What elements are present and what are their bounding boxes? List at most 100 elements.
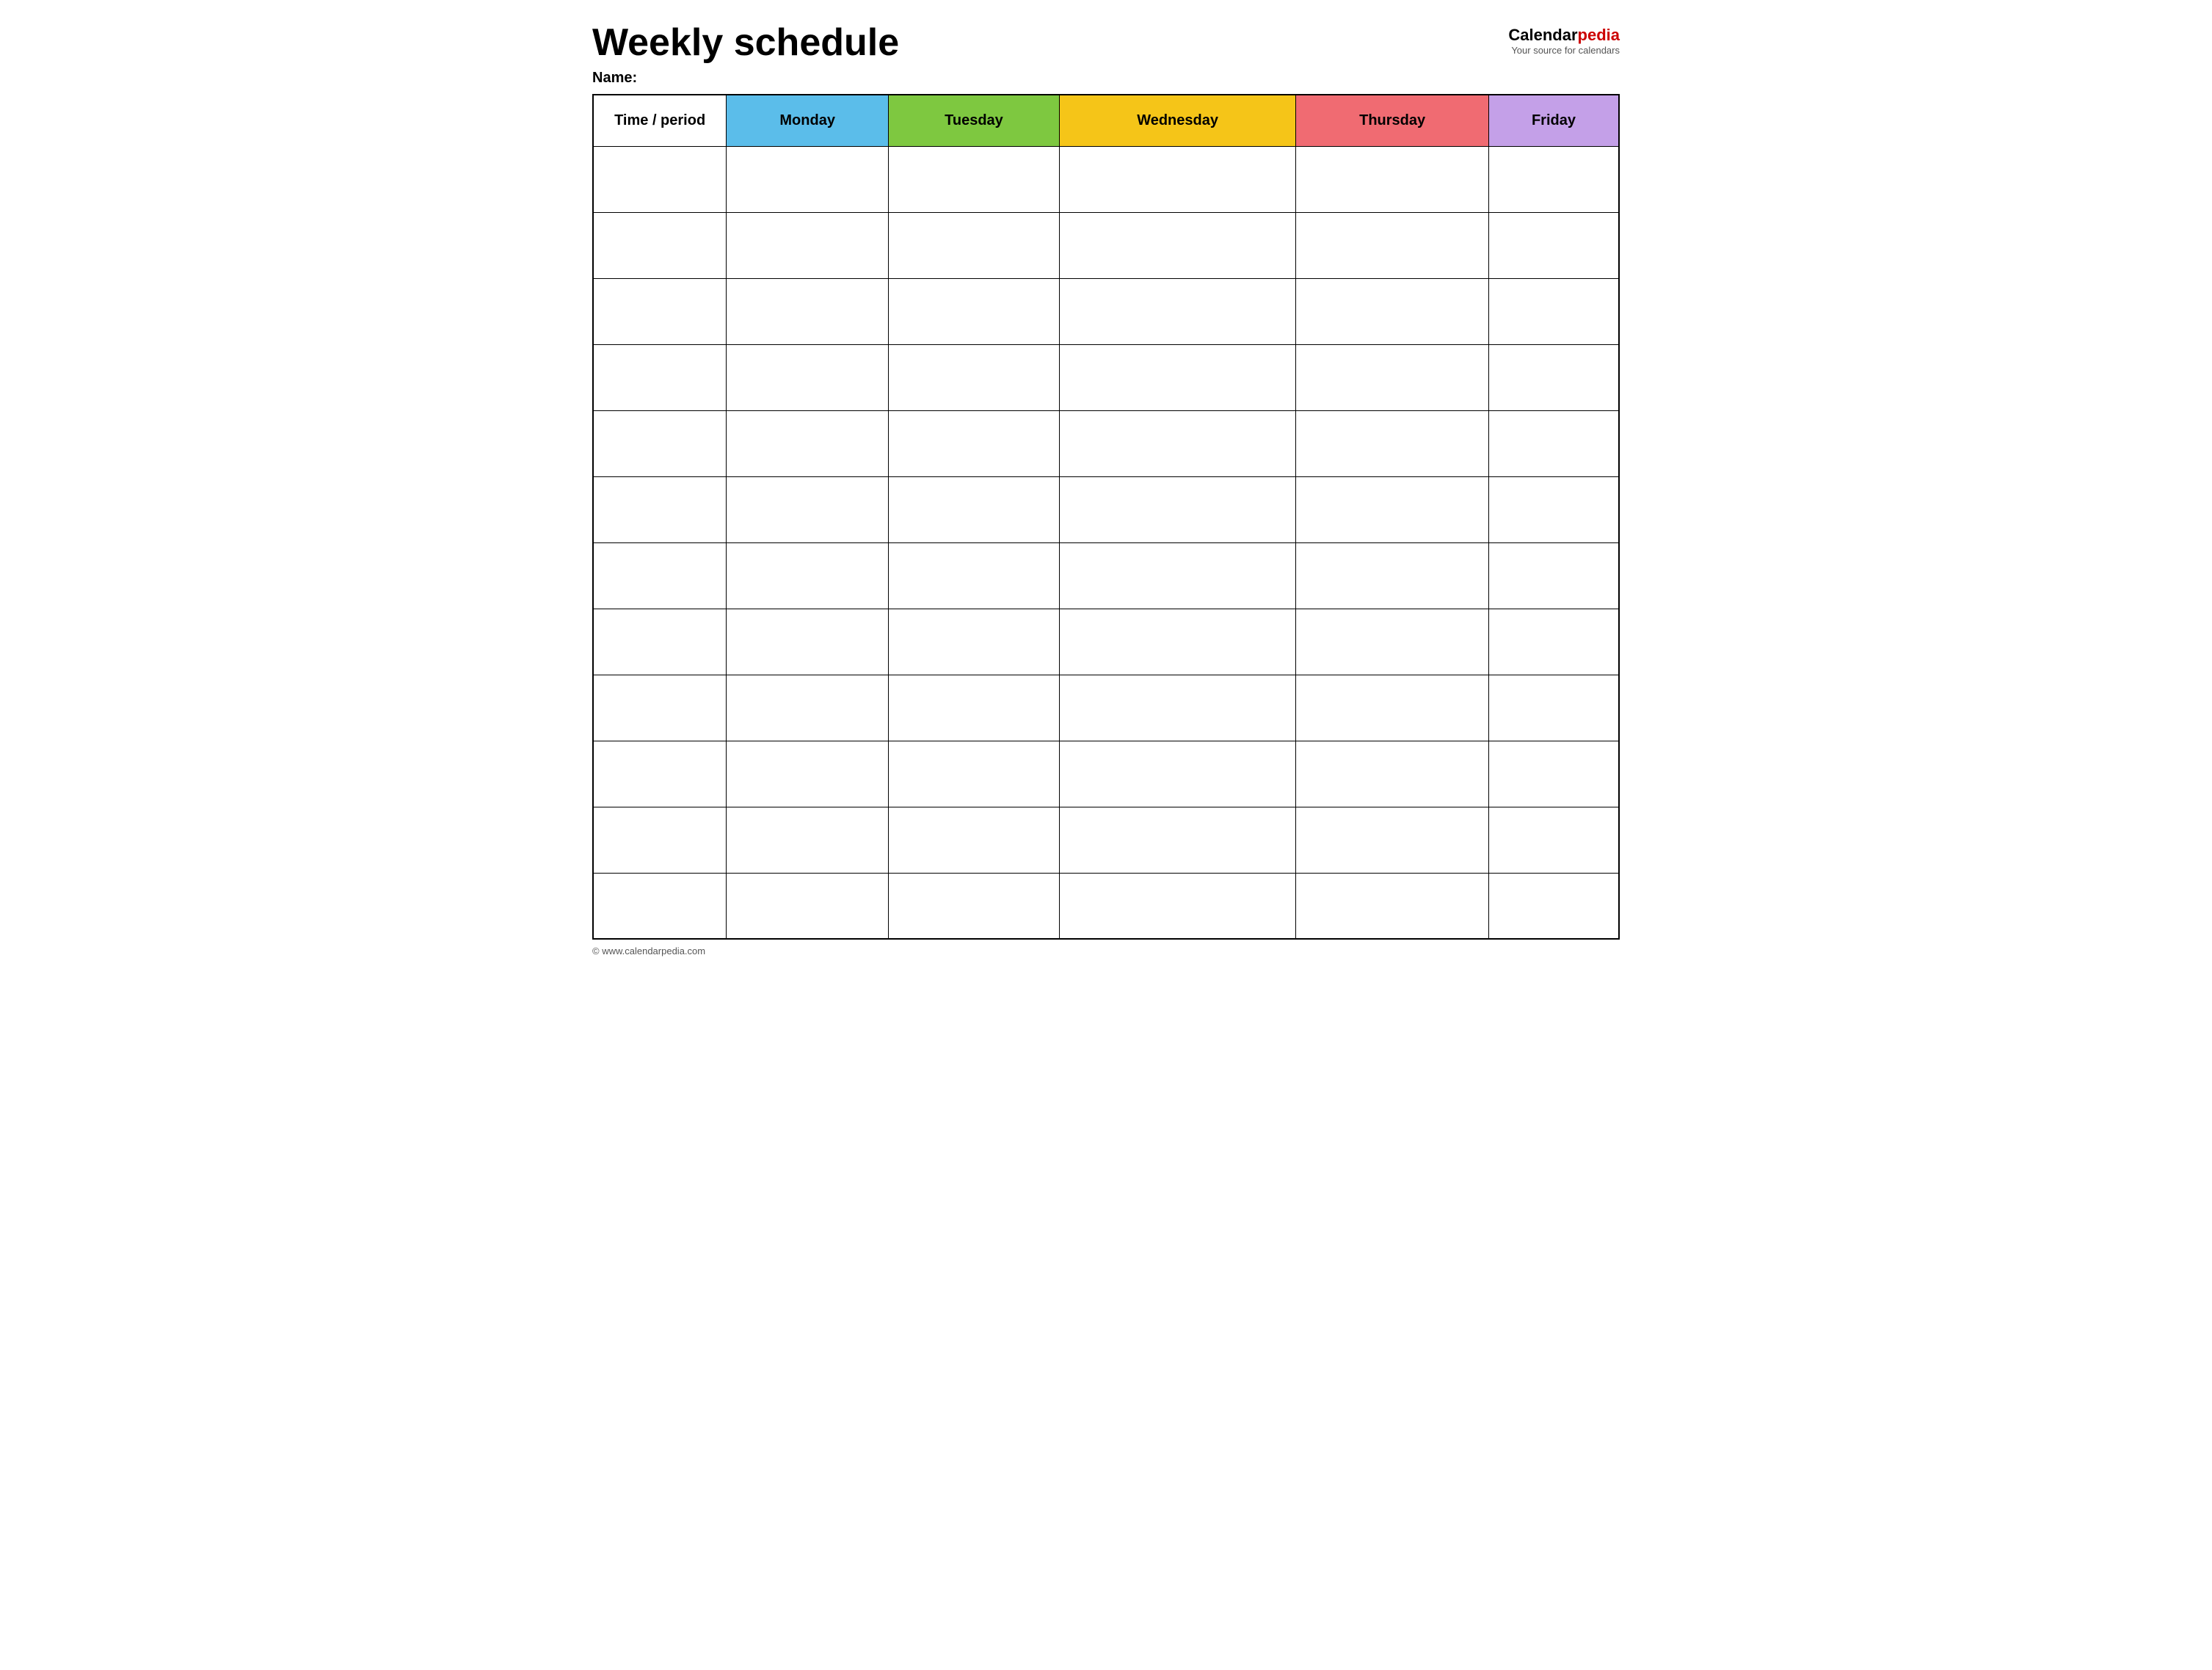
table-row: [593, 807, 1619, 873]
col-header-friday: Friday: [1488, 95, 1619, 146]
schedule-cell[interactable]: [1059, 807, 1295, 873]
schedule-cell[interactable]: [1488, 542, 1619, 609]
logo-area: Calendarpedia Your source for calendars: [1508, 26, 1620, 56]
schedule-cell[interactable]: [889, 873, 1060, 939]
table-row: [593, 542, 1619, 609]
schedule-cell[interactable]: [1296, 542, 1489, 609]
schedule-table: Time / period Monday Tuesday Wednesday T…: [592, 94, 1620, 940]
schedule-cell[interactable]: [1296, 807, 1489, 873]
schedule-cell[interactable]: [727, 476, 889, 542]
col-header-thursday: Thursday: [1296, 95, 1489, 146]
table-row: [593, 609, 1619, 675]
schedule-cell[interactable]: [1059, 344, 1295, 410]
schedule-cell[interactable]: [727, 410, 889, 476]
schedule-cell[interactable]: [1059, 212, 1295, 278]
schedule-cell[interactable]: [1059, 609, 1295, 675]
schedule-cell[interactable]: [727, 675, 889, 741]
copyright-text: © www.calendarpedia.com: [592, 945, 705, 956]
schedule-cell[interactable]: [889, 146, 1060, 212]
table-row: [593, 410, 1619, 476]
footer: © www.calendarpedia.com: [592, 945, 1620, 956]
logo-calendar: Calendar: [1508, 26, 1577, 44]
schedule-cell[interactable]: [1488, 212, 1619, 278]
schedule-cell[interactable]: [1296, 741, 1489, 807]
schedule-cell[interactable]: [1296, 278, 1489, 344]
table-row: [593, 344, 1619, 410]
table-row: [593, 278, 1619, 344]
page-title: Weekly schedule: [592, 22, 899, 64]
col-header-time: Time / period: [593, 95, 727, 146]
schedule-cell[interactable]: [727, 212, 889, 278]
logo-text: Calendarpedia: [1508, 26, 1620, 45]
schedule-cell[interactable]: [889, 741, 1060, 807]
schedule-cell[interactable]: [727, 609, 889, 675]
schedule-cell[interactable]: [1488, 476, 1619, 542]
schedule-cell[interactable]: [1488, 410, 1619, 476]
schedule-cell[interactable]: [889, 807, 1060, 873]
time-cell[interactable]: [593, 675, 727, 741]
schedule-cell[interactable]: [727, 146, 889, 212]
schedule-cell[interactable]: [1296, 410, 1489, 476]
schedule-cell[interactable]: [727, 807, 889, 873]
schedule-cell[interactable]: [1059, 278, 1295, 344]
schedule-cell[interactable]: [889, 344, 1060, 410]
schedule-cell[interactable]: [1296, 212, 1489, 278]
schedule-cell[interactable]: [727, 542, 889, 609]
schedule-cell[interactable]: [1059, 542, 1295, 609]
schedule-cell[interactable]: [1488, 344, 1619, 410]
schedule-cell[interactable]: [1488, 873, 1619, 939]
time-cell[interactable]: [593, 807, 727, 873]
schedule-cell[interactable]: [1488, 741, 1619, 807]
schedule-cell[interactable]: [889, 212, 1060, 278]
time-cell[interactable]: [593, 873, 727, 939]
time-cell[interactable]: [593, 542, 727, 609]
schedule-cell[interactable]: [1059, 873, 1295, 939]
table-row: [593, 476, 1619, 542]
schedule-cell[interactable]: [889, 609, 1060, 675]
schedule-cell[interactable]: [727, 278, 889, 344]
schedule-cell[interactable]: [1296, 146, 1489, 212]
schedule-cell[interactable]: [1059, 476, 1295, 542]
time-cell[interactable]: [593, 410, 727, 476]
time-cell[interactable]: [593, 278, 727, 344]
name-label: Name:: [592, 70, 899, 87]
schedule-cell[interactable]: [1059, 675, 1295, 741]
table-row: [593, 212, 1619, 278]
schedule-cell[interactable]: [889, 675, 1060, 741]
table-row: [593, 675, 1619, 741]
title-area: Weekly schedule Name:: [592, 22, 899, 87]
schedule-cell[interactable]: [727, 741, 889, 807]
schedule-cell[interactable]: [1296, 476, 1489, 542]
time-cell[interactable]: [593, 212, 727, 278]
schedule-body: [593, 146, 1619, 939]
table-row: [593, 146, 1619, 212]
schedule-cell[interactable]: [1488, 609, 1619, 675]
schedule-cell[interactable]: [727, 873, 889, 939]
page-wrapper: Weekly schedule Name: Calendarpedia Your…: [592, 22, 1620, 956]
col-header-monday: Monday: [727, 95, 889, 146]
schedule-cell[interactable]: [1296, 344, 1489, 410]
schedule-cell[interactable]: [1488, 278, 1619, 344]
schedule-cell[interactable]: [1488, 675, 1619, 741]
schedule-cell[interactable]: [1059, 741, 1295, 807]
schedule-cell[interactable]: [889, 410, 1060, 476]
schedule-cell[interactable]: [1488, 807, 1619, 873]
time-cell[interactable]: [593, 146, 727, 212]
schedule-cell[interactable]: [1296, 675, 1489, 741]
table-header-row: Time / period Monday Tuesday Wednesday T…: [593, 95, 1619, 146]
col-header-wednesday: Wednesday: [1059, 95, 1295, 146]
time-cell[interactable]: [593, 344, 727, 410]
schedule-cell[interactable]: [1059, 410, 1295, 476]
table-row: [593, 741, 1619, 807]
schedule-cell[interactable]: [1296, 609, 1489, 675]
schedule-cell[interactable]: [889, 476, 1060, 542]
schedule-cell[interactable]: [1059, 146, 1295, 212]
schedule-cell[interactable]: [1296, 873, 1489, 939]
schedule-cell[interactable]: [1488, 146, 1619, 212]
time-cell[interactable]: [593, 609, 727, 675]
time-cell[interactable]: [593, 741, 727, 807]
schedule-cell[interactable]: [889, 278, 1060, 344]
time-cell[interactable]: [593, 476, 727, 542]
schedule-cell[interactable]: [727, 344, 889, 410]
schedule-cell[interactable]: [889, 542, 1060, 609]
